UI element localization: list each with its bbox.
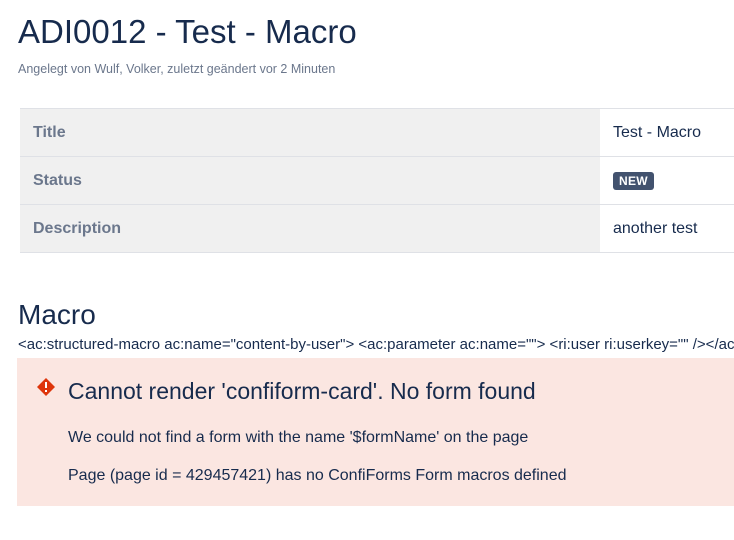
page-byline: Angelegt von Wulf, Volker, zuletzt geänd… — [18, 62, 336, 76]
page-properties-table: Title Test - Macro Status NEW Descriptio… — [20, 108, 734, 253]
property-key-status: Status — [20, 156, 600, 205]
property-value-description: another test — [600, 204, 734, 253]
error-message-page: Page (page id = 429457421) has no ConfiF… — [68, 467, 567, 484]
error-message-form: We could not find a form with the name '… — [68, 429, 529, 446]
section-heading-macro: Macro — [18, 299, 96, 330]
error-icon — [37, 378, 55, 396]
raw-macro-markup: <ac:structured-macro ac:name="content-by… — [18, 336, 734, 353]
table-row: Status NEW — [20, 156, 734, 205]
error-panel: Cannot render 'confiform-card'. No form … — [17, 358, 734, 506]
status-badge: NEW — [613, 171, 654, 190]
property-value-title: Test - Macro — [600, 108, 734, 157]
table-row: Description another test — [20, 204, 734, 253]
table-row: Title Test - Macro — [20, 108, 734, 157]
page-title: ADI0012 - Test - Macro — [18, 13, 357, 50]
property-key-description: Description — [20, 204, 600, 253]
property-key-title: Title — [20, 108, 600, 157]
error-title: Cannot render 'confiform-card'. No form … — [68, 378, 536, 404]
property-value-status: NEW — [600, 156, 734, 205]
